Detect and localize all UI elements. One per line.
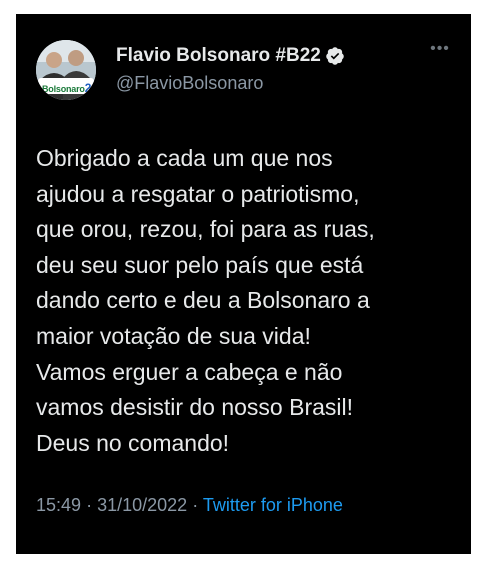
tweet-card: Bolsonaro22 Flavio Bolsonaro #B22 @Flavi…	[16, 14, 471, 554]
more-options-icon[interactable]: •••	[429, 41, 451, 57]
tweet-text-line: dando certo e deu a Bolsonaro a	[36, 287, 370, 314]
avatar-brand: Bolsonaro22	[42, 81, 96, 95]
tweet-text-line: maior votação de sua vida!	[36, 322, 311, 349]
tweet-text-line: Deus no comando!	[36, 429, 230, 456]
verified-badge-icon	[326, 47, 344, 65]
avatar-brand-text: Bolsonaro	[42, 84, 85, 94]
display-name[interactable]: Flavio Bolsonaro #B22	[116, 45, 321, 67]
tweet-text-line: deu seu suor pelo país que está	[36, 251, 364, 278]
tweet-text-line: vamos desistir do nosso Brasil!	[36, 394, 354, 421]
tweet-text-line: ajudou a resgatar o patriotismo,	[36, 180, 360, 207]
user-handle[interactable]: @FlavioBolsonaro	[116, 73, 263, 94]
meta-separator: ·	[86, 495, 93, 515]
tweet-text: Obrigado a cada um que nos ajudou a resg…	[36, 141, 456, 461]
tweet-text-line: Obrigado a cada um que nos	[36, 145, 333, 171]
tweet-text-line: Vamos erguer a cabeça e não	[36, 358, 343, 385]
tweet-text-line: que orou, rezou, foi para as ruas,	[36, 216, 375, 243]
tweet-date[interactable]: 31/10/2022	[97, 495, 187, 515]
meta-separator: ·	[192, 495, 199, 515]
tweet-source-link[interactable]: Twitter for iPhone	[203, 495, 343, 515]
tweet-meta: 15:49 · 31/10/2022 · Twitter for iPhone	[36, 495, 343, 516]
tweet-header: Bolsonaro22 Flavio Bolsonaro #B22 @Flavi…	[36, 40, 451, 100]
tweet-time[interactable]: 15:49	[36, 495, 81, 515]
avatar-brand-number: 22	[84, 81, 96, 95]
avatar[interactable]: Bolsonaro22	[36, 40, 96, 100]
name-row: Flavio Bolsonaro #B22	[116, 45, 345, 67]
